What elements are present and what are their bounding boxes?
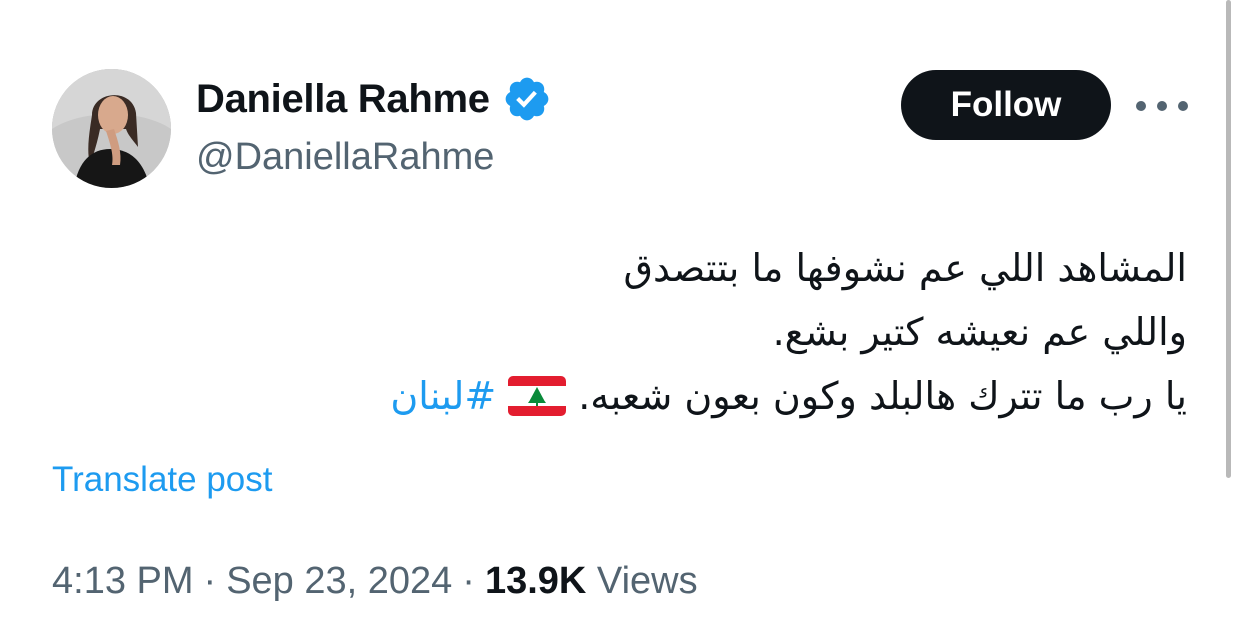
author-display-name[interactable]: Daniella Rahme bbox=[196, 77, 490, 122]
avatar[interactable] bbox=[52, 69, 171, 188]
tweet-line-1: المشاهد اللي عم نشوفها ما بتتصدق bbox=[623, 246, 1187, 290]
more-dot bbox=[1136, 101, 1146, 111]
meta-separator: · bbox=[462, 560, 475, 602]
tweet-line-3-text: يا رب ما تترك هالبلد وكون بعون شعبه. bbox=[578, 374, 1187, 418]
lebanon-flag-icon bbox=[508, 376, 567, 416]
meta-separator: · bbox=[203, 560, 217, 602]
more-dot bbox=[1157, 101, 1167, 111]
post-date[interactable]: Sep 23, 2024 bbox=[226, 560, 452, 603]
avatar-image bbox=[52, 69, 171, 188]
tweet-line-2: واللي عم نعيشه كتير بشع. bbox=[772, 310, 1187, 354]
author-handle[interactable]: @DaniellaRahme bbox=[196, 136, 494, 179]
verified-badge-icon[interactable] bbox=[502, 74, 552, 124]
tweet-meta: 4:13 PM · Sep 23, 2024 · 13.9K Views bbox=[52, 560, 698, 603]
hashtag-link[interactable]: #لبنان bbox=[390, 364, 496, 428]
views-count: 13.9K bbox=[484, 560, 587, 602]
scrollbar-thumb[interactable] bbox=[1226, 0, 1231, 478]
follow-button[interactable]: Follow bbox=[901, 70, 1111, 140]
author-name-row: Daniella Rahme bbox=[196, 72, 552, 126]
translate-post-link[interactable]: Translate post bbox=[52, 460, 272, 500]
tweet-line-3: يا رب ما تترك هالبلد وكون بعون شعبه. #لب… bbox=[87, 364, 1187, 428]
post-time[interactable]: 4:13 PM bbox=[52, 560, 194, 603]
more-dot bbox=[1178, 101, 1188, 111]
tweet-text: المشاهد اللي عم نشوفها ما بتتصدق واللي ع… bbox=[87, 236, 1187, 428]
views-label: Views bbox=[596, 560, 698, 602]
more-horizontal-icon[interactable] bbox=[1136, 95, 1188, 117]
